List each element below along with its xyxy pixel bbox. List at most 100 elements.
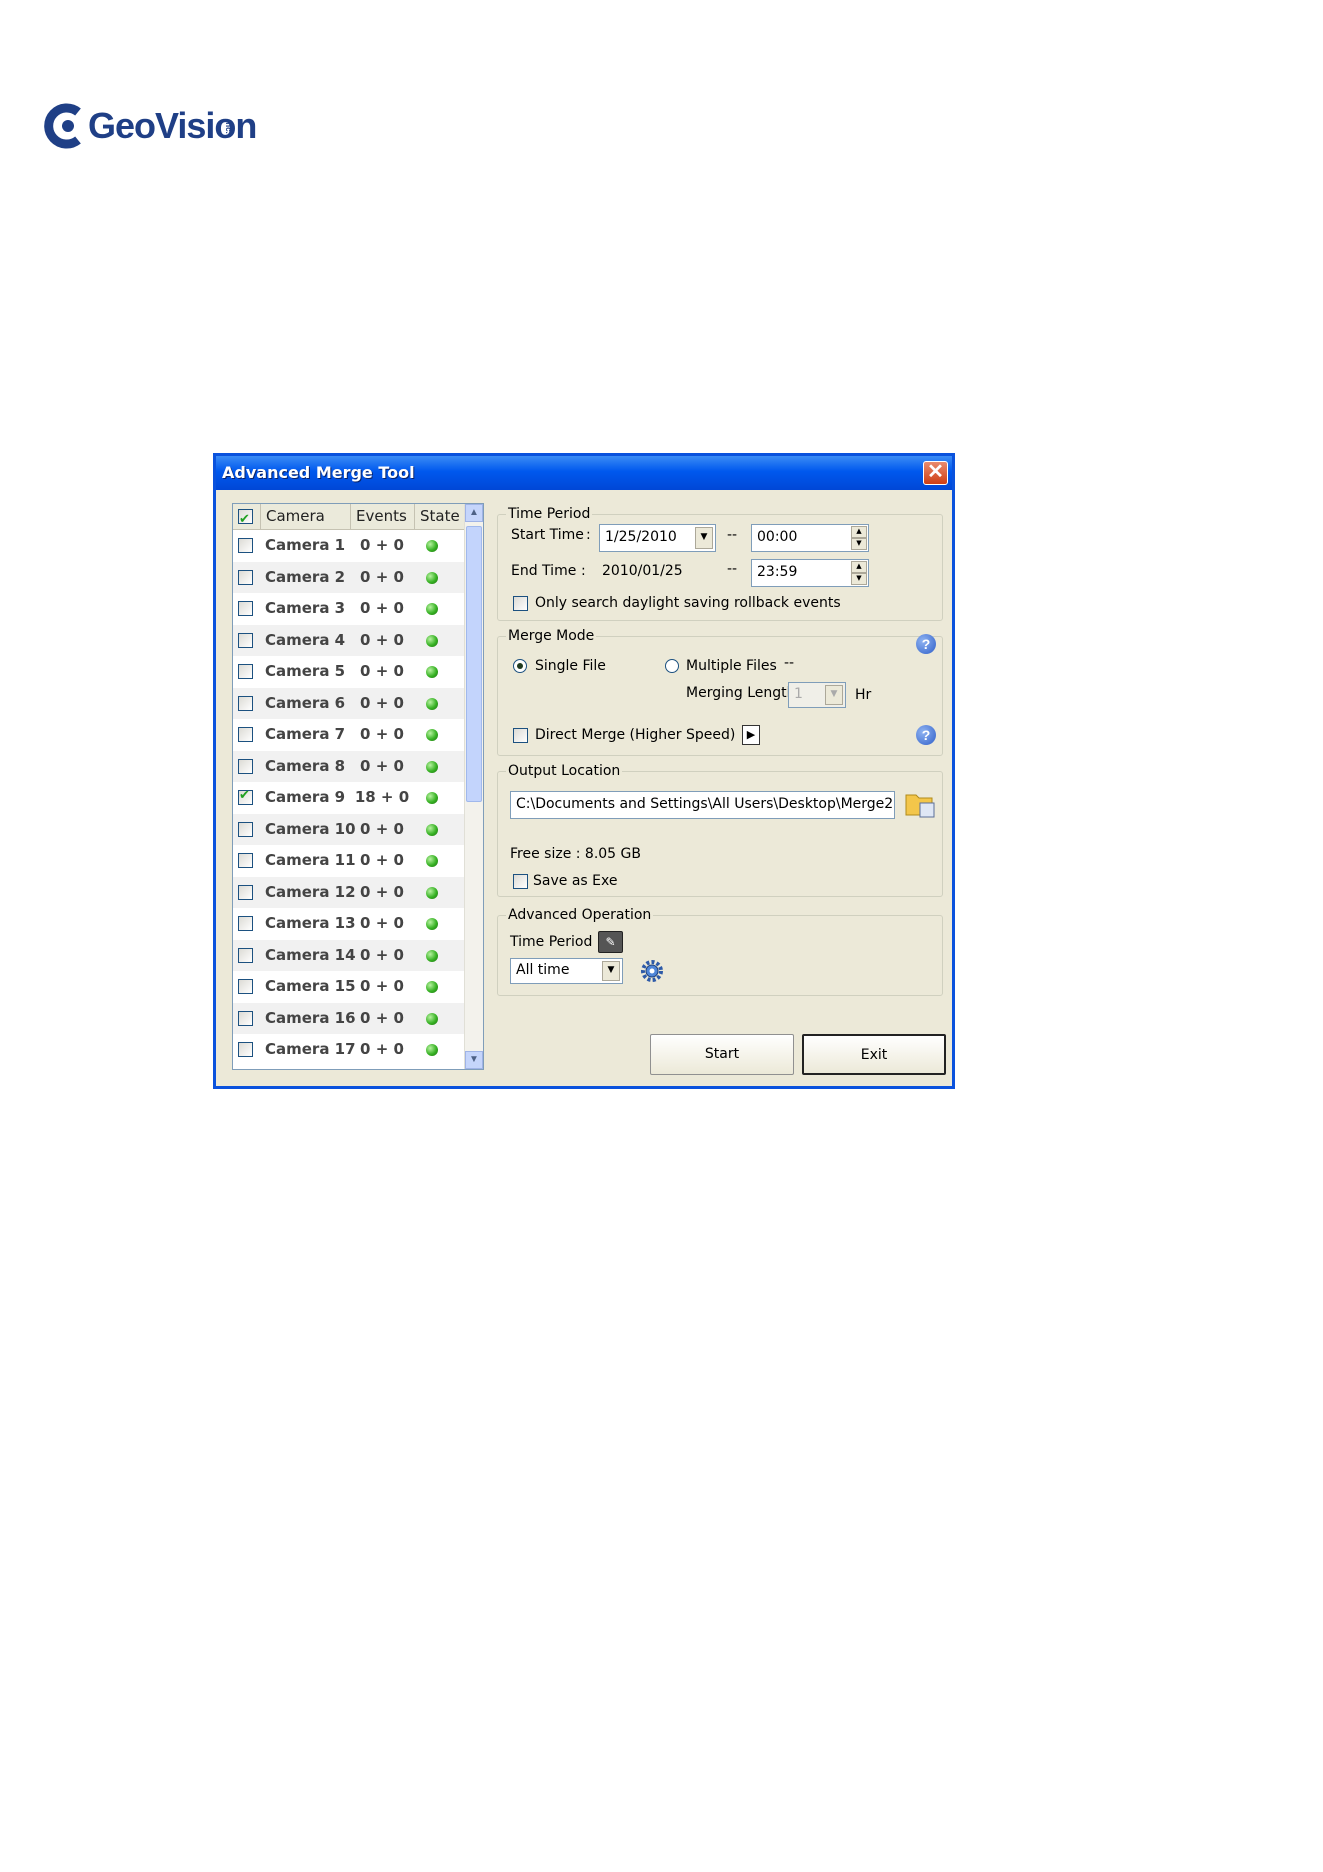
end-time-spinner[interactable]: ▲ ▼ bbox=[851, 561, 867, 585]
advanced-operation-legend: Advanced Operation bbox=[506, 907, 654, 923]
spin-down-icon[interactable]: ▼ bbox=[851, 573, 867, 585]
camera-row[interactable]: Camera 15 0 + 0 bbox=[233, 971, 465, 1003]
close-button[interactable]: ✕ bbox=[923, 461, 948, 485]
settings-gear-icon[interactable] bbox=[639, 958, 665, 984]
direct-merge-checkbox[interactable] bbox=[513, 728, 528, 743]
camera-row[interactable]: Camera 2 0 + 0 bbox=[233, 561, 465, 593]
scroll-down-button[interactable]: ▼ bbox=[465, 1051, 483, 1069]
camera-checkbox[interactable] bbox=[238, 916, 253, 931]
camera-checkbox[interactable] bbox=[238, 664, 253, 679]
camera-checkbox[interactable] bbox=[238, 947, 253, 963]
camera-events: 0 + 0 bbox=[360, 725, 404, 743]
camera-checkbox[interactable] bbox=[238, 1042, 253, 1057]
advanced-dropdown-icon[interactable]: ▼ bbox=[602, 961, 620, 981]
camera-checkbox[interactable] bbox=[238, 632, 253, 648]
camera-row[interactable]: Camera 6 0 + 0 bbox=[233, 687, 465, 719]
scroll-up-button[interactable]: ▲ bbox=[465, 504, 483, 522]
camera-events: 0 + 0 bbox=[360, 599, 404, 617]
camera-row[interactable]: Camera 3 0 + 0 bbox=[233, 593, 465, 625]
camera-checkbox[interactable] bbox=[238, 853, 253, 868]
multiple-files-radio[interactable] bbox=[665, 659, 679, 673]
camera-row[interactable]: Camera 10 0 + 0 bbox=[233, 813, 465, 845]
output-path-field[interactable]: C:\Documents and Settings\All Users\Desk… bbox=[510, 791, 895, 819]
camera-events: 0 + 0 bbox=[360, 693, 404, 712]
camera-state-icon bbox=[426, 855, 438, 867]
direct-merge-help-icon[interactable]: ? bbox=[916, 725, 936, 745]
camera-list-scrollbar[interactable]: ▲ ▼ bbox=[464, 504, 483, 1069]
advanced-time-period-label: Time Period bbox=[510, 934, 593, 950]
camera-row[interactable]: Camera 1 0 + 0 bbox=[233, 530, 465, 562]
daylight-label: Only search daylight saving rollback eve… bbox=[535, 595, 841, 611]
camera-checkbox[interactable] bbox=[238, 788, 253, 805]
start-date-picker[interactable]: 1/25/2010 ▼ bbox=[599, 524, 716, 552]
camera-row[interactable]: Camera 16 0 + 0 bbox=[233, 1002, 465, 1034]
camera-checkbox[interactable] bbox=[238, 1010, 253, 1026]
camera-events: 0 + 0 bbox=[360, 914, 404, 932]
camera-row[interactable]: Camera 7 0 + 0 bbox=[233, 719, 465, 751]
camera-checkbox[interactable] bbox=[238, 601, 253, 616]
camera-name: Camera 11 bbox=[265, 851, 356, 869]
camera-row[interactable]: Camera 12 0 + 0 bbox=[233, 876, 465, 908]
events-column-header[interactable]: Events bbox=[351, 504, 415, 529]
exit-button[interactable]: Exit bbox=[802, 1034, 946, 1075]
camera-state-icon bbox=[426, 603, 438, 615]
camera-checkbox[interactable] bbox=[238, 695, 253, 711]
select-all-cell bbox=[233, 504, 261, 532]
camera-row[interactable]: Camera 4 0 + 0 bbox=[233, 624, 465, 656]
edit-period-icon[interactable]: ✎ bbox=[598, 931, 623, 953]
end-time-field[interactable]: 23:59 ▲ ▼ bbox=[751, 559, 869, 587]
time-period-legend: Time Period bbox=[506, 506, 593, 522]
daylight-checkbox[interactable] bbox=[513, 596, 528, 611]
camera-row[interactable]: Camera 13 0 + 0 bbox=[233, 908, 465, 940]
camera-row[interactable]: Camera 11 0 + 0 bbox=[233, 845, 465, 877]
camera-name: Camera 10 bbox=[265, 819, 356, 838]
folder-browse-icon[interactable] bbox=[904, 789, 936, 819]
start-button[interactable]: Start bbox=[650, 1034, 794, 1075]
state-column-header[interactable]: State bbox=[415, 504, 465, 529]
start-date-dropdown-icon[interactable]: ▼ bbox=[695, 527, 713, 549]
scroll-thumb[interactable] bbox=[466, 526, 482, 802]
camera-checkbox[interactable] bbox=[238, 538, 253, 553]
camera-row[interactable]: Camera 5 0 + 0 bbox=[233, 656, 465, 688]
camera-state-icon bbox=[426, 697, 438, 710]
camera-row[interactable]: Camera 8 0 + 0 bbox=[233, 750, 465, 782]
camera-checkbox[interactable] bbox=[238, 979, 253, 994]
merging-length-dropdown-icon[interactable]: ▼ bbox=[825, 685, 843, 705]
camera-events: 0 + 0 bbox=[360, 1008, 404, 1027]
spin-up-icon[interactable]: ▲ bbox=[851, 561, 867, 573]
camera-state-icon bbox=[426, 1044, 438, 1056]
title-bar[interactable]: Advanced Merge Tool ✕ bbox=[216, 456, 952, 490]
end-dash: -- bbox=[727, 561, 738, 577]
camera-events: 0 + 0 bbox=[360, 977, 404, 995]
camera-state-icon bbox=[426, 729, 438, 741]
camera-events: 0 + 0 bbox=[360, 882, 404, 901]
save-as-exe-checkbox[interactable] bbox=[513, 874, 528, 889]
single-file-radio[interactable] bbox=[513, 659, 527, 673]
spin-up-icon[interactable]: ▲ bbox=[851, 526, 867, 538]
output-location-legend: Output Location bbox=[506, 763, 623, 779]
end-time-colon: : bbox=[581, 563, 586, 579]
camera-row[interactable]: Camera 9 18 + 0 bbox=[233, 782, 465, 814]
merge-mode-help-icon[interactable]: ? bbox=[916, 634, 936, 654]
start-time-field[interactable]: 00:00 ▲ ▼ bbox=[751, 524, 869, 552]
camera-name: Camera 16 bbox=[265, 1008, 356, 1027]
camera-name: Camera 6 bbox=[265, 693, 346, 712]
camera-name: Camera 13 bbox=[265, 914, 356, 932]
camera-checkbox[interactable] bbox=[238, 821, 253, 837]
camera-checkbox[interactable] bbox=[238, 758, 253, 774]
start-time-spinner[interactable]: ▲ ▼ bbox=[851, 526, 867, 550]
camera-name: Camera 8 bbox=[265, 756, 346, 775]
camera-checkbox[interactable] bbox=[238, 569, 253, 585]
camera-row[interactable]: Camera 17 0 + 0 bbox=[233, 1034, 465, 1066]
direct-merge-play-icon[interactable]: ▶ bbox=[742, 725, 760, 745]
camera-checkbox[interactable] bbox=[238, 884, 253, 900]
camera-checkbox[interactable] bbox=[238, 727, 253, 742]
camera-column-header[interactable]: Camera bbox=[261, 504, 351, 529]
spin-down-icon[interactable]: ▼ bbox=[851, 538, 867, 550]
advanced-time-period-select[interactable]: All time ▼ bbox=[510, 958, 623, 984]
camera-row[interactable]: Camera 14 0 + 0 bbox=[233, 939, 465, 971]
select-all-checkbox[interactable] bbox=[238, 507, 253, 532]
start-time-label: Start Time bbox=[511, 527, 584, 543]
merging-length-select[interactable]: 1 ▼ bbox=[788, 682, 846, 708]
start-time-value: 00:00 bbox=[757, 529, 798, 545]
